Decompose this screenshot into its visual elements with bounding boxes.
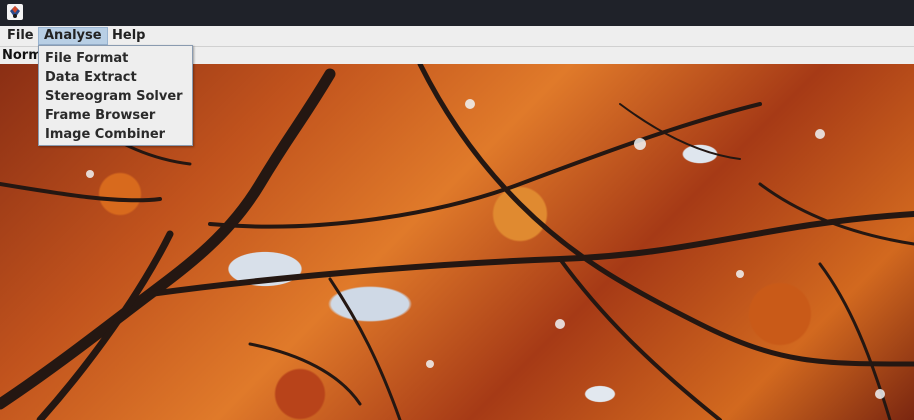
menu-item-data-extract[interactable]: Data Extract — [39, 68, 192, 87]
analyse-dropdown-menu: File Format Data Extract Stereogram Solv… — [38, 45, 193, 146]
menu-item-frame-browser[interactable]: Frame Browser — [39, 106, 192, 125]
menu-item-file-format[interactable]: File Format — [39, 49, 192, 68]
mode-label: Norm — [2, 48, 42, 63]
title-bar — [0, 0, 914, 26]
menu-item-image-combiner[interactable]: Image Combiner — [39, 125, 192, 144]
menu-help[interactable]: Help — [107, 27, 150, 45]
menu-analyse[interactable]: Analyse — [38, 27, 108, 45]
menu-bar: File Analyse Help — [0, 26, 914, 47]
menu-file[interactable]: File — [2, 27, 39, 45]
menu-item-stereogram-solver[interactable]: Stereogram Solver — [39, 87, 192, 106]
app-icon[interactable] — [7, 4, 23, 20]
app-window: File Analyse Help Norm File Format Data … — [0, 0, 914, 420]
